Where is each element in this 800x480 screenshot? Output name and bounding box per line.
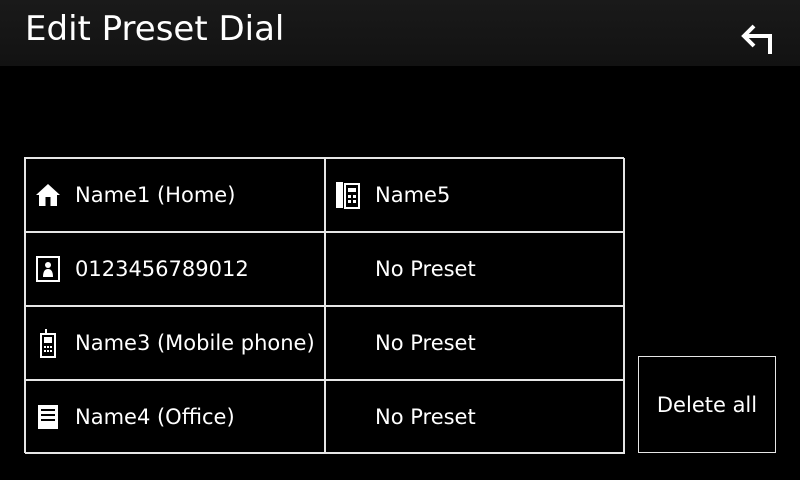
header-bar: Edit Preset Dial — [0, 0, 800, 66]
office-icon — [35, 403, 61, 431]
preset-label: No Preset — [375, 331, 476, 355]
preset-slot-7[interactable]: No Preset — [325, 306, 625, 380]
preset-slot-3[interactable]: Name3 (Mobile phone) — [25, 306, 325, 380]
preset-slot-4[interactable]: Name4 (Office) — [25, 380, 325, 454]
preset-label: 0123456789012 — [75, 257, 249, 281]
contact-icon — [35, 255, 61, 283]
preset-grid: Name1 (Home) Name5 0123456789012 No Pres… — [24, 157, 625, 454]
back-button[interactable] — [726, 14, 786, 64]
home-icon — [35, 181, 61, 209]
preset-slot-1[interactable]: Name1 (Home) — [25, 158, 325, 232]
return-arrow-icon — [741, 24, 772, 54]
preset-slot-8[interactable]: No Preset — [325, 380, 625, 454]
preset-label: No Preset — [375, 257, 476, 281]
preset-slot-5[interactable]: Name5 — [325, 158, 625, 232]
preset-label: Name5 — [375, 183, 451, 207]
fax-icon — [335, 181, 361, 209]
page-title: Edit Preset Dial — [25, 9, 285, 49]
preset-label: Name3 (Mobile phone) — [75, 331, 315, 355]
preset-label: Name1 (Home) — [75, 183, 236, 207]
preset-slot-6[interactable]: No Preset — [325, 232, 625, 306]
preset-slot-2[interactable]: 0123456789012 — [25, 232, 325, 306]
delete-all-button[interactable]: Delete all — [638, 356, 776, 453]
preset-label: Name4 (Office) — [75, 405, 235, 429]
preset-label: No Preset — [375, 405, 476, 429]
mobile-phone-icon — [35, 329, 61, 358]
